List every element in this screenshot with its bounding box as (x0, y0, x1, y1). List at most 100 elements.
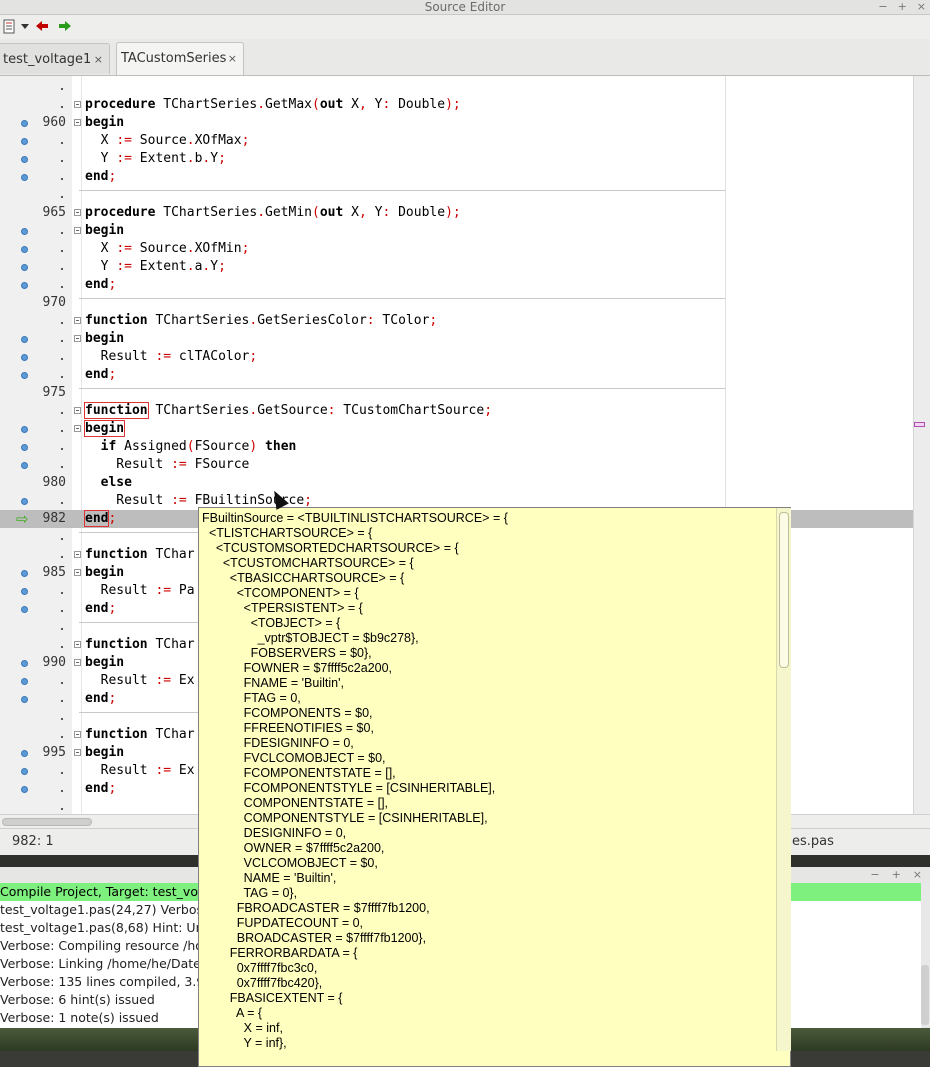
scrollbar-marker (914, 422, 925, 427)
close-icon[interactable]: × (913, 867, 922, 883)
window-title: Source Editor (424, 0, 506, 14)
code-line[interactable]: . (0, 186, 913, 204)
code-line[interactable]: . function TChartSeries.GetSeriesColor: T… (0, 312, 913, 330)
fold-toggle-icon[interactable] (74, 425, 81, 432)
tab-test-voltage1[interactable]: test_voltage1 × (0, 43, 110, 74)
code-text: Result := FSource (85, 457, 250, 472)
hint-scroll-thumb[interactable] (779, 512, 789, 668)
breakpoint-dot-icon[interactable] (21, 246, 28, 253)
breakpoint-dot-icon[interactable] (21, 354, 28, 361)
line-number: 975 (42, 385, 66, 400)
code-line[interactable]: . end; (0, 168, 913, 186)
code-line[interactable]: . begin (0, 222, 913, 240)
breakpoint-dot-icon[interactable] (21, 786, 28, 793)
messages-scroll-thumb[interactable] (921, 965, 929, 1025)
code-line[interactable]: . Result := FSource (0, 456, 913, 474)
code-line[interactable]: 970 (0, 294, 913, 312)
vertical-scrollbar[interactable] (913, 76, 930, 814)
fold-toggle-icon[interactable] (74, 641, 81, 648)
code-text: Result := Ex (85, 673, 195, 688)
breakpoint-dot-icon[interactable] (21, 660, 28, 667)
code-text: procedure TChartSeries.GetMax(out X, Y: … (85, 97, 461, 112)
code-line[interactable]: . procedure TChartSeries.GetMax(out X, Y:… (0, 96, 913, 114)
line-number: . (58, 349, 66, 364)
close-tab-icon[interactable]: × (228, 43, 237, 74)
line-number: . (58, 709, 66, 724)
close-icon[interactable]: × (917, 0, 926, 14)
code-text: function TChar (85, 637, 195, 652)
fold-toggle-icon[interactable] (74, 407, 81, 414)
fold-toggle-icon[interactable] (74, 227, 81, 234)
code-line[interactable]: . if Assigned(FSource) then (0, 438, 913, 456)
code-line[interactable]: . function TChartSeries.GetSource: TCusto… (0, 402, 913, 420)
close-tab-icon[interactable]: × (94, 44, 103, 75)
fold-toggle-icon[interactable] (74, 551, 81, 558)
code-line[interactable]: . Y := Extent.a.Y; (0, 258, 913, 276)
code-line[interactable]: . begin (0, 330, 913, 348)
breakpoint-dot-icon[interactable] (21, 282, 28, 289)
forward-arrow-icon[interactable] (58, 19, 72, 37)
fold-toggle-icon[interactable] (74, 209, 81, 216)
code-text: end; (85, 277, 117, 292)
minimize-icon[interactable]: − (870, 867, 879, 883)
minimize-icon[interactable]: − (878, 0, 887, 14)
code-line[interactable]: 980 else (0, 474, 913, 492)
breakpoint-dot-icon[interactable] (21, 228, 28, 235)
breakpoint-dot-icon[interactable] (21, 444, 28, 451)
line-number: 960 (42, 115, 66, 130)
fold-toggle-icon[interactable] (74, 749, 81, 756)
horizontal-scroll-thumb[interactable] (2, 818, 92, 826)
code-line[interactable]: . begin (0, 420, 913, 438)
line-number: . (58, 241, 66, 256)
line-number: . (58, 781, 66, 796)
code-line[interactable]: . end; (0, 366, 913, 384)
list-icon[interactable] (2, 19, 16, 39)
breakpoint-dot-icon[interactable] (21, 696, 28, 703)
breakpoint-dot-icon[interactable] (21, 750, 28, 757)
code-text: begin (85, 655, 125, 670)
dropdown-arrow-icon[interactable] (20, 21, 30, 35)
line-number: . (58, 763, 66, 778)
code-line[interactable]: . X := Source.XOfMax; (0, 132, 913, 150)
breakpoint-dot-icon[interactable] (21, 606, 28, 613)
back-arrow-icon[interactable] (35, 19, 49, 37)
line-number: . (58, 151, 66, 166)
window-titlebar: Source Editor − + × (0, 0, 930, 15)
maximize-icon[interactable]: + (892, 867, 901, 883)
code-line[interactable]: 965 procedure TChartSeries.GetMin(out X, … (0, 204, 913, 222)
breakpoint-dot-icon[interactable] (21, 120, 28, 127)
code-line[interactable]: 960 begin (0, 114, 913, 132)
code-line[interactable]: . X := Source.XOfMin; (0, 240, 913, 258)
fold-toggle-icon[interactable] (74, 317, 81, 324)
code-line[interactable]: . Y := Extent.b.Y; (0, 150, 913, 168)
code-line[interactable]: 975 (0, 384, 913, 402)
breakpoint-dot-icon[interactable] (21, 264, 28, 271)
breakpoint-dot-icon[interactable] (21, 138, 28, 145)
line-number: . (58, 547, 66, 562)
breakpoint-dot-icon[interactable] (21, 588, 28, 595)
breakpoint-dot-icon[interactable] (21, 678, 28, 685)
fold-toggle-icon[interactable] (74, 119, 81, 126)
fold-toggle-icon[interactable] (74, 659, 81, 666)
code-line[interactable]: . end; (0, 276, 913, 294)
breakpoint-dot-icon[interactable] (21, 498, 28, 505)
code-text: function TChar (85, 727, 195, 742)
window-controls: − + × (878, 0, 926, 14)
breakpoint-dot-icon[interactable] (21, 768, 28, 775)
line-number: . (58, 331, 66, 346)
breakpoint-dot-icon[interactable] (21, 462, 28, 469)
tab-tacustomseries[interactable]: TACustomSeries × (116, 42, 244, 75)
maximize-icon[interactable]: + (898, 0, 907, 14)
breakpoint-dot-icon[interactable] (21, 570, 28, 577)
fold-toggle-icon[interactable] (74, 731, 81, 738)
code-line[interactable]: . (0, 78, 913, 96)
breakpoint-dot-icon[interactable] (21, 174, 28, 181)
breakpoint-dot-icon[interactable] (21, 426, 28, 433)
breakpoint-dot-icon[interactable] (21, 336, 28, 343)
fold-toggle-icon[interactable] (74, 101, 81, 108)
breakpoint-dot-icon[interactable] (21, 156, 28, 163)
fold-toggle-icon[interactable] (74, 335, 81, 342)
fold-toggle-icon[interactable] (74, 569, 81, 576)
code-line[interactable]: . Result := clTAColor; (0, 348, 913, 366)
breakpoint-dot-icon[interactable] (21, 372, 28, 379)
